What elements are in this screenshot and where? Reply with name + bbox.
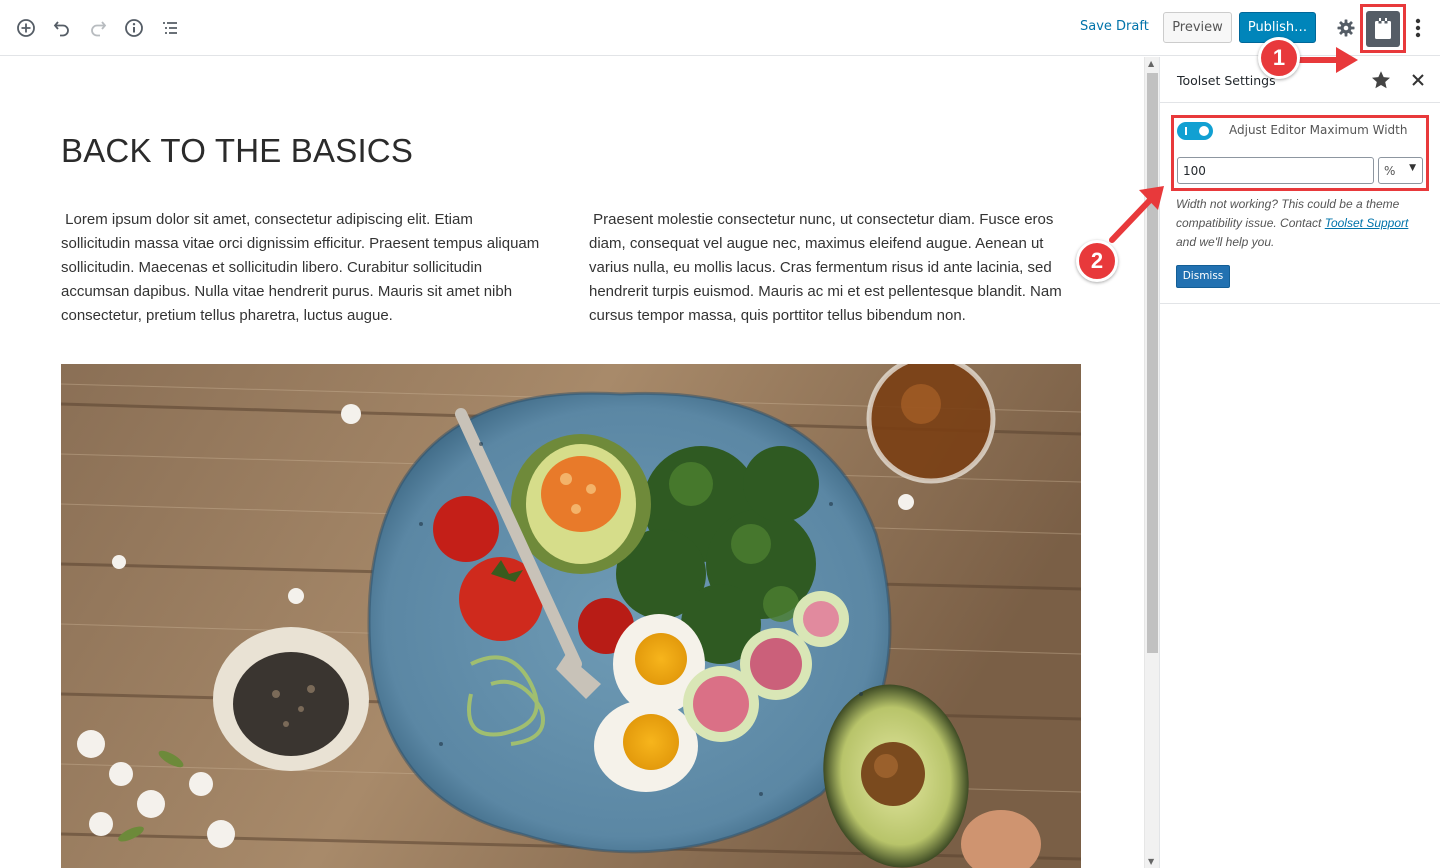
editor-canvas: BACK TO THE BASICS Lorem ipsum dolor sit… xyxy=(0,57,1144,868)
paragraph-left[interactable]: Lorem ipsum dolor sit amet, consectetur … xyxy=(61,208,545,328)
more-options-icon[interactable] xyxy=(1406,16,1430,40)
toolset-settings-button[interactable] xyxy=(1360,4,1406,53)
scroll-up-arrow-icon[interactable]: ▲ xyxy=(1148,59,1154,68)
sidebar-title: Toolset Settings xyxy=(1177,73,1276,88)
outline-icon[interactable] xyxy=(158,16,182,40)
toolset-settings-sidebar: Toolset Settings Adjust Editor Maximum W… xyxy=(1159,57,1440,868)
compatibility-notice: Width not working? This could be a theme… xyxy=(1176,195,1431,252)
toolset-icon xyxy=(1366,10,1400,47)
close-icon[interactable] xyxy=(1409,71,1427,89)
annotation-highlight-box xyxy=(1171,115,1429,191)
scroll-down-arrow-icon[interactable]: ▼ xyxy=(1148,857,1154,866)
post-title[interactable]: BACK TO THE BASICS xyxy=(61,132,413,170)
save-draft-button[interactable]: Save Draft xyxy=(1080,19,1149,34)
gear-icon[interactable] xyxy=(1334,16,1358,40)
undo-icon[interactable] xyxy=(50,16,74,40)
sidebar-header: Toolset Settings xyxy=(1160,57,1440,103)
dismiss-button[interactable]: Dismiss xyxy=(1176,265,1230,288)
scroll-thumb[interactable] xyxy=(1147,73,1158,653)
star-icon[interactable] xyxy=(1370,69,1392,91)
info-icon[interactable] xyxy=(122,16,146,40)
editor-width-panel: Adjust Editor Maximum Width % ▼ Width no… xyxy=(1160,103,1440,304)
food-bowl-image[interactable] xyxy=(61,364,1081,868)
paragraph-right[interactable]: Praesent molestie consectetur nunc, ut c… xyxy=(589,208,1073,328)
preview-button[interactable]: Preview xyxy=(1163,12,1232,43)
editor-toolbar: Save Draft Preview Publish… xyxy=(0,0,1440,56)
editor-scrollbar[interactable]: ▲ ▼ xyxy=(1144,57,1159,868)
notice-tail: and we'll help you. xyxy=(1176,235,1275,249)
callout-2: 2 xyxy=(1076,240,1118,282)
toolset-support-link[interactable]: Toolset Support xyxy=(1325,216,1409,230)
redo-icon[interactable] xyxy=(86,16,110,40)
callout-1: 1 xyxy=(1258,37,1300,79)
add-block-icon[interactable] xyxy=(14,16,38,40)
